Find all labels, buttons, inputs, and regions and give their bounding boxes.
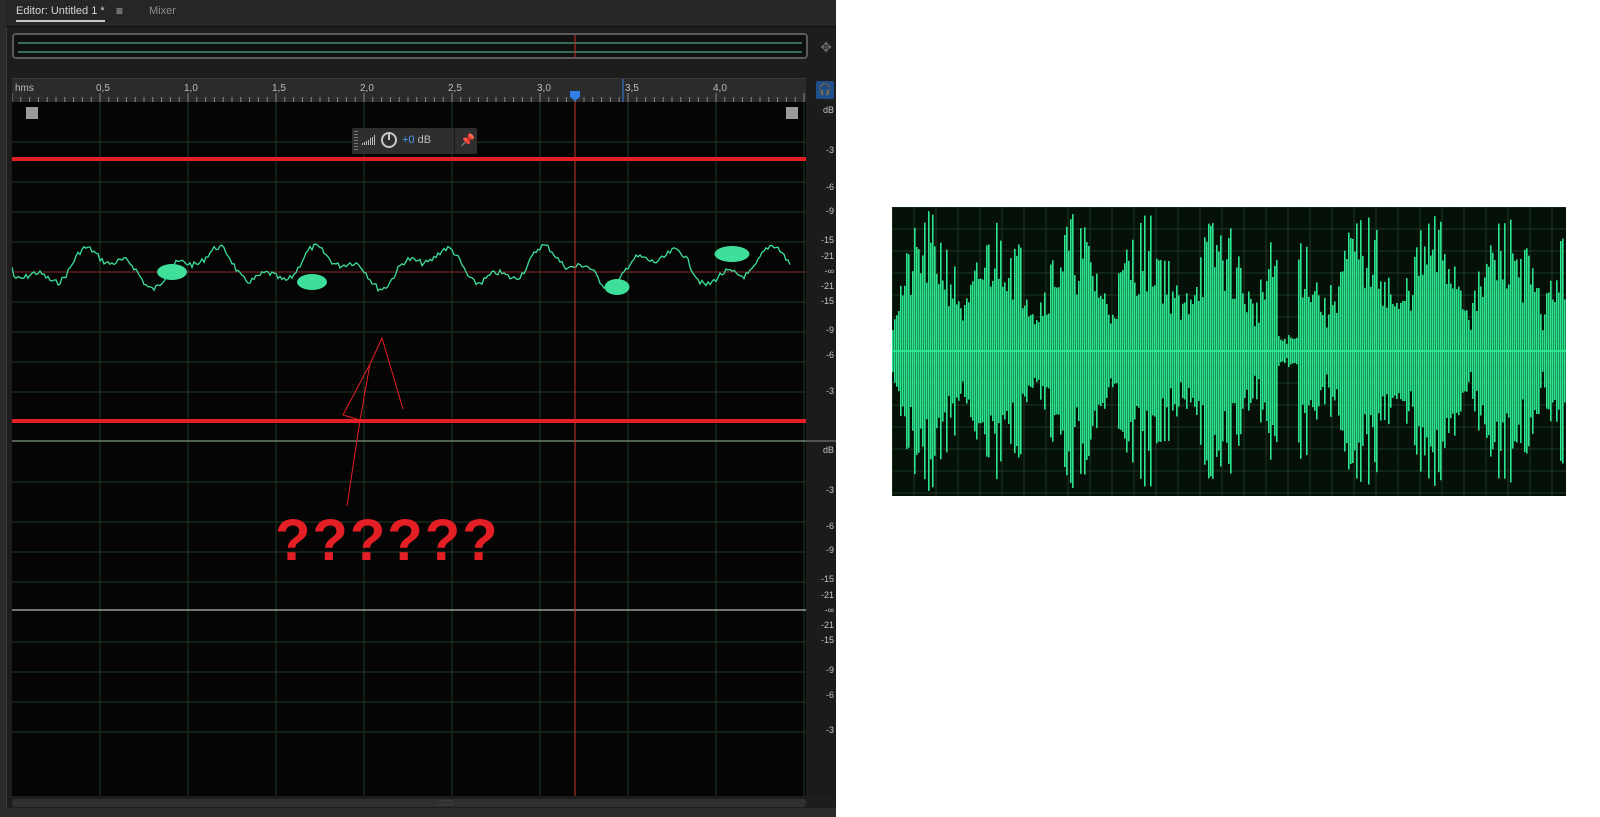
top-channel-waveform — [12, 243, 791, 292]
db-label: -3 — [826, 485, 834, 495]
db-label: -21 — [821, 281, 834, 291]
tab-mixer[interactable]: Mixer — [149, 5, 176, 17]
ruler-tick-label: 3,5 — [625, 83, 639, 94]
ruler-tick-label: 1,0 — [184, 83, 198, 94]
waveform-track-area[interactable] — [12, 102, 806, 796]
db-label: -6 — [826, 521, 834, 531]
fade-out-handle[interactable] — [786, 107, 798, 119]
db-label: -9 — [826, 325, 834, 335]
db-label: dB — [823, 445, 834, 455]
pin-icon[interactable]: 📌 — [460, 133, 475, 147]
hud-drag-handle[interactable] — [354, 131, 358, 151]
crosshair-icon[interactable]: ✥ — [820, 39, 832, 56]
scrollbar-grip[interactable]: ::::::: — [437, 799, 461, 807]
db-label: -21 — [821, 251, 834, 261]
db-label: -9 — [826, 206, 834, 216]
horizontal-scrollbar[interactable]: ::::::: — [12, 799, 806, 807]
ruler-tick-label: 0,5 — [96, 83, 110, 94]
db-label: -21 — [821, 620, 834, 630]
db-label: -9 — [826, 665, 834, 675]
time-ruler[interactable]: hms 0,5 1,0 1,5 2,0 2,5 3,0 3,5 4,0 — [12, 78, 806, 103]
headphone-icon[interactable]: 🎧 — [816, 81, 834, 99]
hud-separator — [454, 128, 455, 154]
db-label: -3 — [826, 145, 834, 155]
db-label: -15 — [821, 296, 834, 306]
annotation-highlight-box — [12, 157, 806, 423]
db-label: -9 — [826, 545, 834, 555]
ruler-tick-label: 4,0 — [713, 83, 727, 94]
fade-in-handle[interactable] — [26, 107, 38, 119]
db-label: -3 — [826, 386, 834, 396]
gain-hud[interactable]: +0 dB 📌 — [352, 128, 477, 154]
db-scale: dB -3 -6 -9 -15 -21 -∞ -21 -15 -9 -6 -3 … — [806, 102, 836, 796]
playhead-marker[interactable] — [570, 91, 580, 101]
db-label: -∞ — [825, 605, 834, 615]
db-label: -15 — [821, 235, 834, 245]
db-label: -15 — [821, 635, 834, 645]
left-panel-edge — [0, 0, 7, 817]
annotation-question-marks: ?????? — [275, 508, 500, 573]
tab-editor[interactable]: Editor: Untitled 1 * — [16, 5, 105, 22]
db-label: -3 — [826, 725, 834, 735]
hamburger-icon[interactable]: ≡ — [116, 4, 123, 18]
db-label: dB — [823, 105, 834, 115]
ruler-unit-label: hms — [15, 83, 34, 94]
gain-value[interactable]: +0 dB — [402, 134, 431, 146]
db-label: -15 — [821, 574, 834, 584]
db-label: -6 — [826, 690, 834, 700]
ruler-tick-label: 1,5 — [272, 83, 286, 94]
db-label: -∞ — [825, 266, 834, 276]
db-label: -6 — [826, 350, 834, 360]
waveform-overview-navigator[interactable]: ✥ — [12, 33, 832, 59]
volume-knob-icon[interactable] — [381, 132, 397, 148]
db-label: -6 — [826, 182, 834, 192]
reference-waveform-image — [892, 207, 1566, 496]
bottom-edge — [6, 808, 836, 817]
overview-waveform — [18, 35, 802, 57]
ruler-tick-label: 3,0 — [537, 83, 551, 94]
ruler-tick-label: 2,5 — [448, 83, 462, 94]
audio-editor-window: Editor: Untitled 1 * ≡ Mixer ✥ hms 0,5 1… — [0, 0, 836, 817]
ruler-tick-label: 2,0 — [360, 83, 374, 94]
db-label: -21 — [821, 590, 834, 600]
level-bars-icon — [362, 135, 375, 145]
editor-tab-bar: Editor: Untitled 1 * ≡ Mixer — [6, 0, 836, 27]
